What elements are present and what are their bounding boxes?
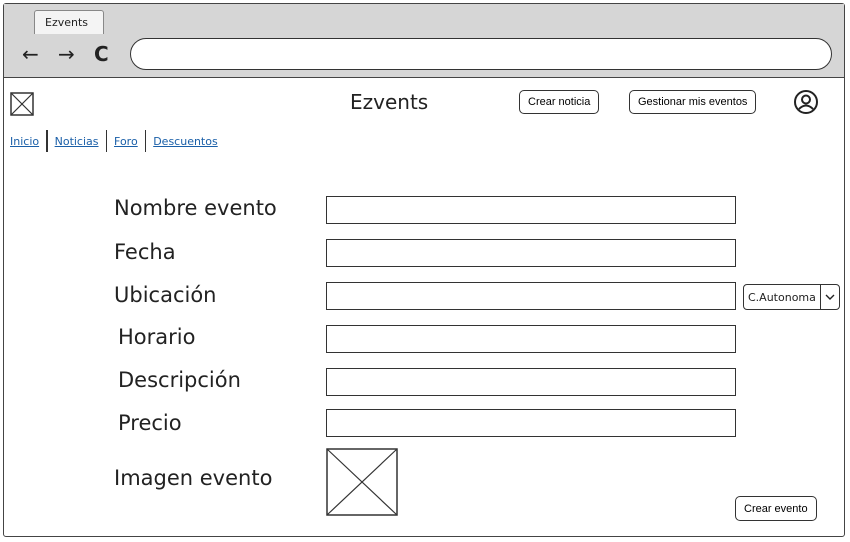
user-icon[interactable] [793, 89, 819, 115]
precio-label: Precio [118, 411, 182, 435]
browser-window: Ezvents ← → C [3, 3, 845, 537]
nav-separator [105, 130, 108, 152]
nav-descuentos[interactable]: Descuentos [153, 135, 218, 148]
logo-placeholder-icon [10, 92, 34, 116]
chevron-down-icon [820, 285, 839, 309]
browser-tab[interactable]: Ezvents [34, 10, 104, 34]
image-placeholder-icon[interactable] [326, 448, 398, 516]
crear-evento-button[interactable]: Crear evento [735, 496, 817, 521]
fecha-input[interactable] [326, 239, 736, 267]
ubicacion-input[interactable] [326, 282, 736, 310]
precio-input[interactable] [326, 409, 736, 437]
horario-input[interactable] [326, 325, 736, 353]
browser-chrome: Ezvents ← → C [4, 4, 844, 78]
nombre-evento-input[interactable] [326, 196, 736, 224]
descripcion-input[interactable] [326, 368, 736, 396]
nav-inicio[interactable]: Inicio [10, 135, 39, 148]
descripcion-label: Descripción [118, 368, 241, 392]
nombre-evento-label: Nombre evento [114, 196, 277, 220]
imagen-evento-label: Imagen evento [114, 466, 273, 490]
ubicacion-label: Ubicación [114, 283, 217, 307]
nav-links: Inicio Noticias Foro Descuentos [10, 130, 218, 152]
nav-separator [46, 130, 48, 152]
page-title: Ezvents [350, 90, 429, 114]
horario-label: Horario [118, 325, 196, 349]
gestionar-eventos-button[interactable]: Gestionar mis eventos [629, 90, 757, 114]
reload-icon[interactable]: C [94, 42, 109, 66]
nav-foro[interactable]: Foro [114, 135, 138, 148]
region-select[interactable]: C.Autonoma [743, 284, 840, 310]
nav-noticias[interactable]: Noticias [55, 135, 99, 148]
back-arrow-icon[interactable]: ← [22, 42, 39, 66]
fecha-label: Fecha [114, 240, 176, 264]
address-bar[interactable] [130, 38, 832, 70]
nav-separator [144, 130, 147, 152]
crear-noticia-button[interactable]: Crear noticia [519, 90, 600, 114]
region-select-value: C.Autonoma [748, 290, 816, 304]
forward-arrow-icon[interactable]: → [58, 42, 75, 66]
